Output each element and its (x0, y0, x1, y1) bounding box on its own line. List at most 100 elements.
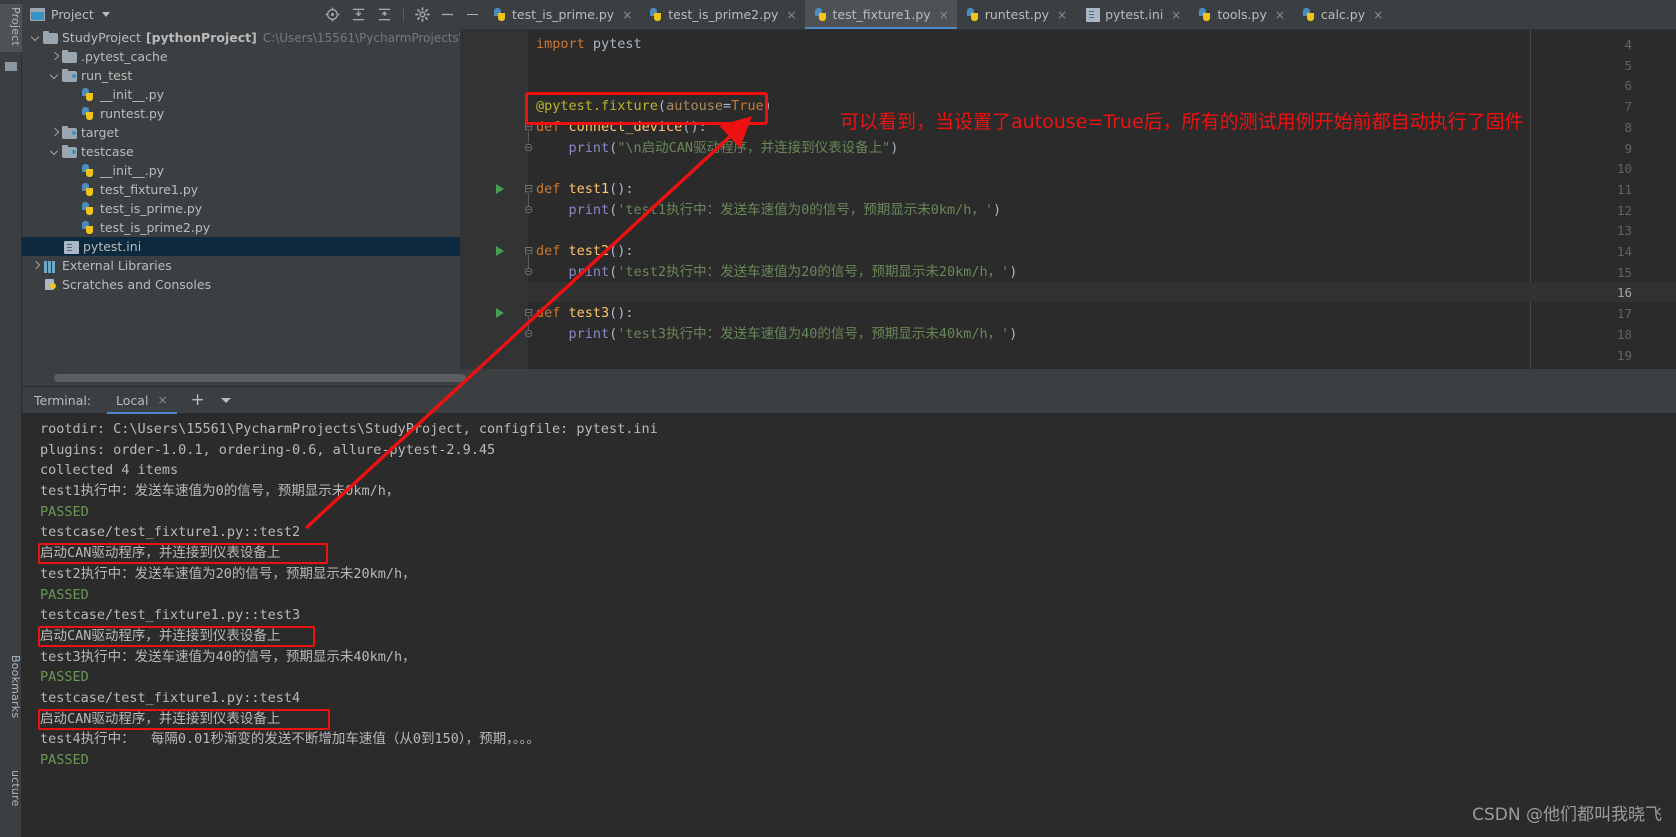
editor-tab[interactable]: runtest.py × (957, 0, 1075, 29)
terminal-line-text: PASSED (40, 503, 89, 520)
hide-panel-icon[interactable] (441, 7, 454, 22)
close-icon[interactable]: × (1171, 9, 1181, 21)
editor-tab[interactable]: test_is_prime.py × (484, 0, 640, 29)
fold-collapse-icon[interactable]: ⊟ (524, 245, 533, 256)
run-test-icon[interactable] (496, 246, 504, 256)
editor-gutter[interactable] (460, 30, 528, 369)
rail-button-bookmarks[interactable]: Bookmarks (0, 655, 22, 718)
library-icon (43, 260, 58, 273)
tree-row-label: test_fixture1.py (100, 182, 199, 197)
terminal-tool-window: Terminal: Local × + rootdir: C:\Users\15… (22, 387, 1676, 837)
gear-icon[interactable] (415, 6, 430, 22)
terminal-line-text: test4执行中： 每隔0.01秒渐变的发送不断增加车速值（从0到150），预期… (40, 731, 540, 748)
locate-icon[interactable] (325, 6, 340, 22)
expand-all-icon[interactable] (351, 7, 366, 22)
line-number: 16 (1616, 285, 1632, 301)
python-file-icon (1302, 7, 1316, 22)
python-file-icon (649, 7, 663, 22)
terminal-line: 启动CAN驱动程序，并连接到仪表设备上 (38, 708, 1676, 730)
tree-row[interactable]: test_fixture1.py (22, 180, 460, 199)
chevron-down-icon[interactable] (30, 32, 41, 43)
toolbar-divider (403, 6, 404, 22)
chevron-down-icon[interactable] (49, 70, 60, 81)
tree-row[interactable]: runtest.py (22, 104, 460, 123)
editor-tab[interactable]: calc.py × (1293, 0, 1391, 29)
tree-row-tag: [pythonProject] (145, 30, 257, 45)
rail-button-structure[interactable]: ucture (0, 770, 22, 807)
tree-row[interactable]: run_test (22, 66, 460, 85)
chevron-down-icon[interactable] (220, 397, 231, 403)
editor-tab[interactable]: tools.py × (1189, 0, 1293, 29)
current-line-highlight (528, 282, 1676, 303)
chevron-right-icon[interactable] (49, 127, 60, 138)
tree-row[interactable]: __init__.py (22, 161, 460, 180)
tree-row[interactable]: test_is_prime.py (22, 199, 460, 218)
close-icon[interactable]: × (1373, 9, 1383, 21)
terminal-line-text: PASSED (40, 752, 89, 768)
tree-row[interactable]: testcase (22, 142, 460, 161)
chevron-down-icon[interactable] (101, 11, 110, 17)
project-tree[interactable]: StudyProject [pythonProject] C:\Users\1556… (22, 28, 460, 368)
tree-row[interactable]: __init__.py (22, 85, 460, 104)
project-tree-hscrollbar[interactable] (54, 374, 466, 382)
tree-row-label: __init__.py (100, 163, 165, 178)
tree-row[interactable]: test_is_prime2.py (22, 218, 460, 237)
code-editor[interactable]: 4 import pytest 5 6 7 @pytest.fixture(autouse… (460, 30, 1676, 369)
terminal-line: plugins: order-1.0.1, ordering-0.6, allu… (40, 440, 1676, 461)
terminal-tab-local[interactable]: Local × (107, 387, 177, 414)
fold-end-icon[interactable]: ⊝ (524, 328, 533, 339)
code-line: print('test1执行中：发送车速值为0的信号，预期显示未0km/h，') (568, 201, 1002, 218)
fold-collapse-icon[interactable]: ⊟ (524, 307, 533, 318)
editor-tab[interactable]: test_is_prime2.py × (640, 0, 804, 29)
rail-button-project[interactable]: Project (0, 4, 22, 53)
chevron-right-icon[interactable] (30, 260, 41, 271)
terminal-line-text: plugins: order-1.0.1, ordering-0.6, allu… (40, 441, 496, 458)
editor-tab-label: test_is_prime2.py (668, 7, 779, 22)
fold-end-icon[interactable]: ⊝ (524, 266, 533, 277)
run-test-icon[interactable] (496, 308, 504, 319)
close-icon[interactable]: × (622, 9, 632, 21)
collapse-all-icon[interactable] (377, 7, 392, 22)
tree-row[interactable]: External Libraries (22, 256, 460, 275)
tree-row[interactable]: .pytest_cache (22, 47, 460, 66)
tree-row[interactable]: StudyProject [pythonProject] C:\Users\1556… (22, 28, 460, 47)
chevron-right-icon[interactable] (49, 51, 60, 62)
tree-row[interactable]: target (22, 123, 460, 142)
python-file-icon (81, 201, 96, 216)
line-number: 14 (1616, 244, 1632, 259)
scratches-icon (43, 278, 58, 291)
close-icon[interactable]: × (1057, 9, 1067, 21)
tree-row-label: run_test (81, 68, 133, 83)
tree-row[interactable]: pytest.ini (22, 237, 460, 256)
terminal-line-text: test2执行中：发送车速值为20的信号，预期显示未20km/h， (40, 565, 416, 582)
tree-row-label: runtest.py (100, 106, 165, 121)
hide-tabs-icon[interactable] (460, 0, 484, 29)
terminal-line-text: rootdir: C:\Users\15561\PycharmProjects\… (40, 421, 658, 437)
run-test-icon[interactable] (496, 183, 504, 194)
close-icon[interactable]: × (786, 9, 796, 21)
chevron-down-icon[interactable] (49, 146, 60, 157)
project-panel-toolbar (325, 6, 454, 22)
terminal-line: 启动CAN驱动程序，并连接到仪表设备上 (38, 625, 1676, 647)
editor-tab[interactable]: test_fixture1.py × (804, 0, 957, 29)
tree-row-label: Scratches and Consoles (62, 277, 212, 292)
close-icon[interactable]: × (939, 9, 949, 21)
fold-end-icon[interactable]: ⊝ (524, 142, 533, 153)
terminal-output[interactable]: rootdir: C:\Users\15561\PycharmProjects\… (22, 414, 1676, 837)
new-terminal-button[interactable]: + (191, 391, 205, 409)
fold-end-icon[interactable]: ⊝ (524, 204, 533, 215)
fold-collapse-icon[interactable]: ⊟ (524, 183, 533, 194)
terminal-line-text: collected 4 items (40, 462, 179, 479)
editor-tab[interactable]: pytest.ini × (1075, 0, 1189, 29)
line-number: 13 (1616, 223, 1632, 239)
tree-row[interactable]: Scratches and Consoles (22, 275, 460, 294)
project-panel-title: Project (51, 6, 94, 22)
close-icon[interactable]: × (1275, 9, 1285, 21)
code-line: import pytest (536, 36, 642, 52)
close-icon[interactable]: × (157, 394, 167, 406)
line-number: 8 (1624, 119, 1632, 135)
tree-row-label: target (81, 125, 120, 140)
